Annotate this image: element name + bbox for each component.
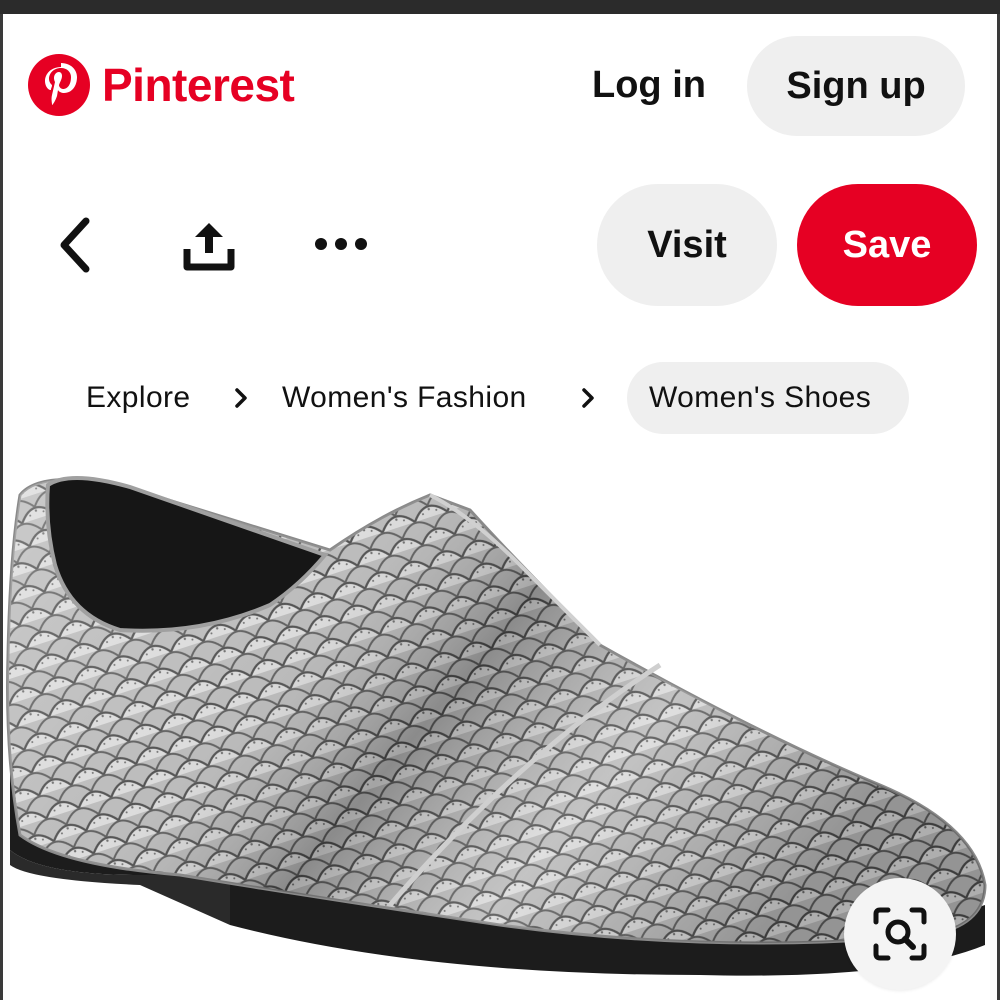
- pinterest-p-icon: [28, 54, 90, 116]
- chevron-right-icon: [582, 388, 594, 408]
- signup-button[interactable]: Sign up: [747, 36, 965, 136]
- breadcrumb-explore[interactable]: Explore: [86, 381, 191, 415]
- pinterest-logo[interactable]: Pinterest: [28, 54, 295, 116]
- save-button[interactable]: Save: [797, 184, 977, 306]
- login-link[interactable]: Log in: [592, 64, 706, 107]
- breadcrumb-womens-shoes[interactable]: Women's Shoes: [627, 362, 909, 434]
- more-horizontal-icon: [315, 238, 367, 250]
- share-button[interactable]: [178, 214, 240, 276]
- visit-button[interactable]: Visit: [597, 184, 777, 306]
- status-strip: [0, 0, 1000, 14]
- breadcrumb-womens-shoes-label: Women's Shoes: [649, 381, 872, 414]
- more-options-button[interactable]: [308, 224, 374, 264]
- breadcrumb-womens-fashion[interactable]: Women's Fashion: [282, 381, 527, 415]
- brand-name: Pinterest: [102, 59, 295, 111]
- chevron-right-icon: [235, 388, 247, 408]
- share-upload-icon: [183, 223, 235, 271]
- breadcrumb: Explore Women's Fashion Women's Shoes: [0, 362, 1000, 434]
- chevron-left-icon: [60, 217, 90, 273]
- visual-search-button[interactable]: [844, 878, 956, 990]
- back-button[interactable]: [52, 210, 100, 280]
- visual-search-icon: [873, 907, 927, 961]
